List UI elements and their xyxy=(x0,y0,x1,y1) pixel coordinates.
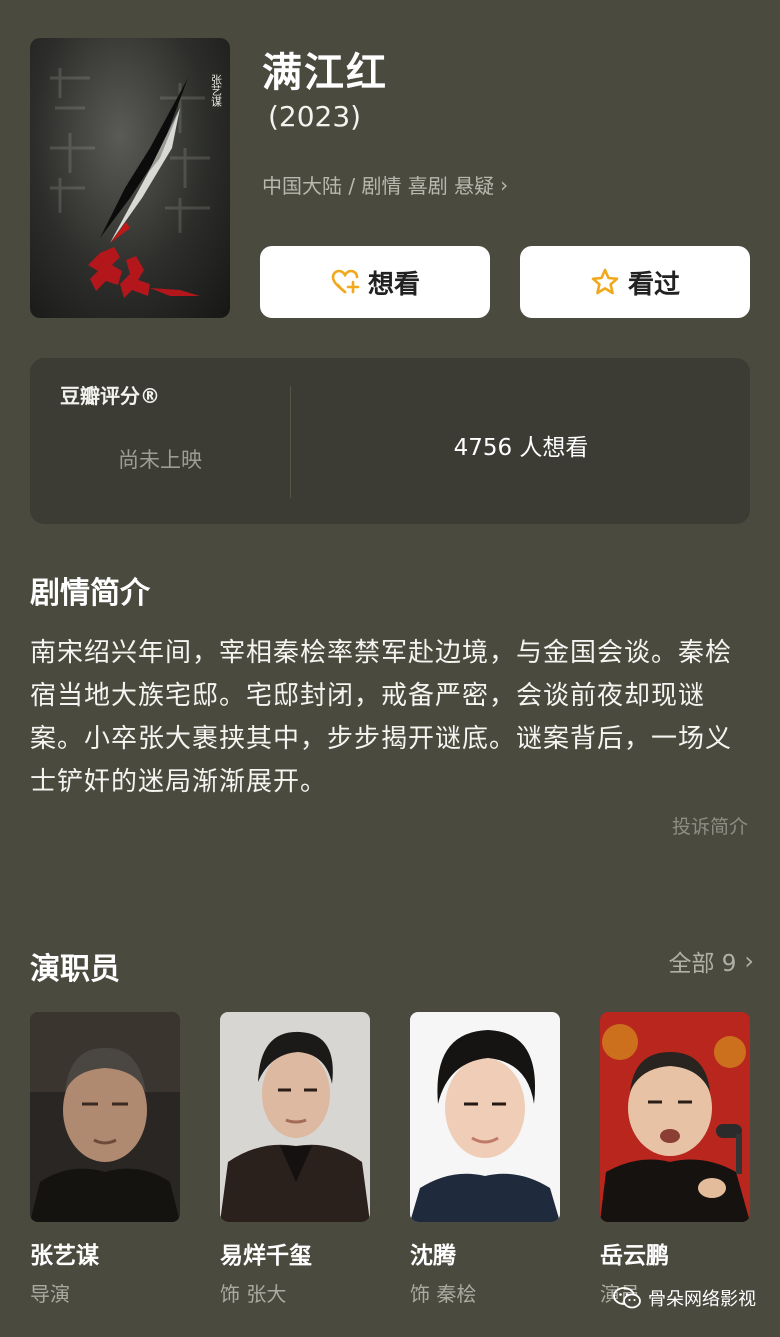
complain-synopsis-link[interactable]: 投诉简介 xyxy=(672,812,748,839)
movie-meta-link[interactable]: 中国大陆 / 剧情 喜剧 悬疑 › xyxy=(262,170,508,199)
cast-role: 导演 xyxy=(30,1282,70,1306)
poster-director-mark: 张艺谋 xyxy=(210,74,223,108)
rating-card[interactable]: 豆瓣评分® 尚未上映 4756 人想看 xyxy=(30,358,750,524)
cast-card[interactable]: 易烊千玺 饰 张大 xyxy=(220,1012,370,1307)
movie-year: (2023) xyxy=(268,100,362,133)
cast-card[interactable]: 岳云鹏 演员 xyxy=(600,1012,750,1307)
watched-label: 看过 xyxy=(627,269,680,300)
watermark: 骨朵网络影视 xyxy=(612,1285,756,1311)
cast-card[interactable]: 张艺谋 导演 xyxy=(30,1012,180,1307)
cast-photo xyxy=(30,1012,180,1222)
watched-button[interactable]: 看过 xyxy=(520,246,750,318)
movie-poster[interactable]: 张艺谋 xyxy=(30,38,230,318)
cast-name: 易烊千玺 xyxy=(220,1243,312,1269)
movie-title: 满江红 xyxy=(262,50,388,96)
poster-artwork: 张艺谋 xyxy=(50,68,223,298)
cast-role: 饰 张大 xyxy=(220,1282,287,1306)
rating-divider xyxy=(290,386,291,498)
cast-card[interactable]: 沈腾 饰 秦桧 xyxy=(410,1012,560,1307)
cast-role: 饰 秦桧 xyxy=(410,1282,477,1306)
cast-name: 沈腾 xyxy=(410,1243,456,1269)
cast-name: 张艺谋 xyxy=(30,1243,99,1269)
chevron-right-icon: › xyxy=(500,172,509,197)
movie-meta-text: 中国大陆 / 剧情 喜剧 悬疑 xyxy=(262,174,495,198)
cast-name: 岳云鹏 xyxy=(600,1243,669,1269)
douban-rating-label: 豆瓣评分® xyxy=(60,384,160,408)
want-to-watch-label: 想看 xyxy=(367,269,420,300)
synopsis-text[interactable]: 南宋绍兴年间，宰相秦桧率禁军赴边境，与金国会谈。秦桧宿当地大族宅邸。宅邸封闭，戒… xyxy=(30,632,750,804)
watermark-text: 骨朵网络影视 xyxy=(648,1289,756,1310)
cast-heading: 演职员 xyxy=(30,952,120,987)
cast-photo xyxy=(410,1012,560,1222)
wechat-icon xyxy=(613,1287,641,1309)
cast-view-all-label: 全部 9 xyxy=(668,951,737,977)
want-count: 4756 人想看 xyxy=(453,435,589,461)
want-to-watch-button[interactable]: 想看 xyxy=(260,246,490,318)
cast-view-all-link[interactable]: 全部 9 › xyxy=(668,944,754,978)
cast-photo xyxy=(600,1012,750,1222)
heart-plus-icon xyxy=(331,269,360,294)
cast-photo xyxy=(220,1012,370,1222)
rating-status: 尚未上映 xyxy=(118,448,202,472)
star-icon xyxy=(591,268,619,295)
synopsis-heading: 剧情简介 xyxy=(30,576,150,611)
chevron-right-icon: › xyxy=(744,947,754,975)
